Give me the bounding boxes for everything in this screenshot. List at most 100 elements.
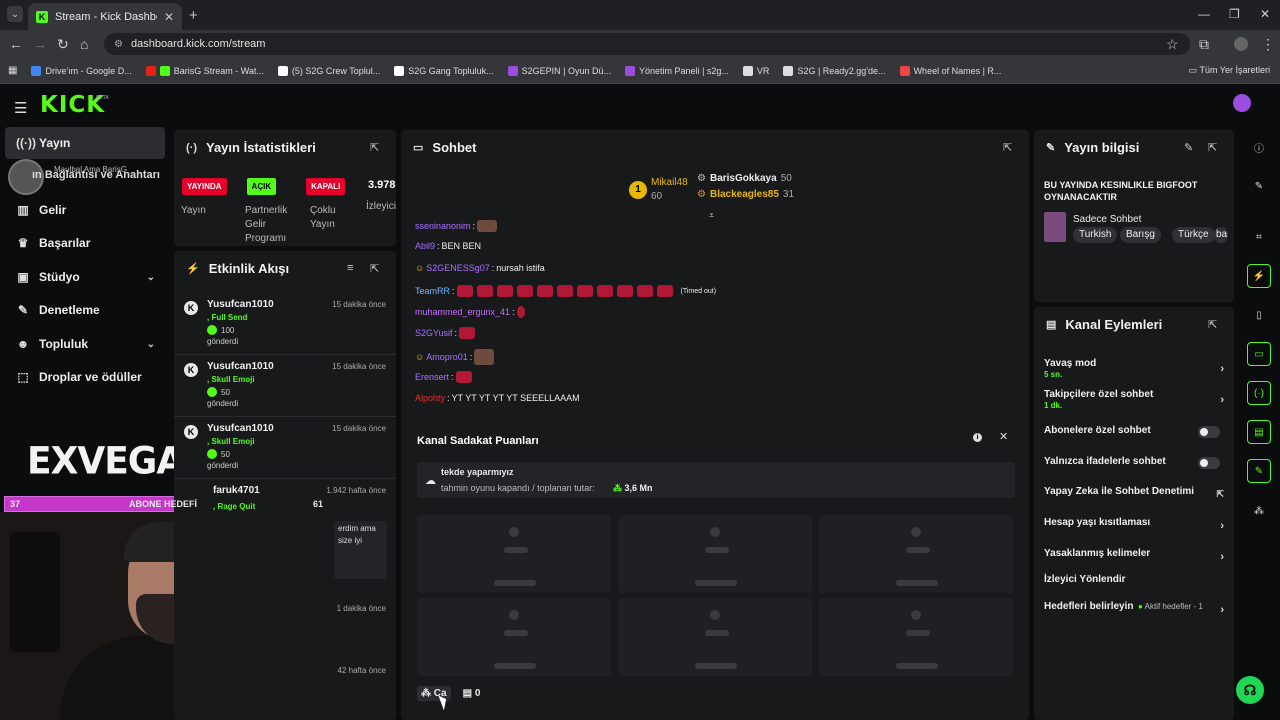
edit-pencil-icon[interactable]: ✎ (1247, 174, 1271, 198)
apps-grid-icon[interactable]: ▦ (8, 65, 17, 76)
chat-username[interactable]: TeamRR (415, 286, 450, 296)
chat-bubble-icon[interactable]: ▭ (1247, 342, 1271, 366)
filter-icon[interactable]: ≡ (347, 262, 353, 274)
browser-tab[interactable]: K Stream - Kick Dashboard ✕ (28, 3, 182, 30)
sidebar-item-studyo[interactable]: ▣ Stüdyo ⌄ (5, 261, 165, 293)
user-avatar[interactable] (1233, 94, 1251, 112)
chat-message: ☺ S2GENESSg07: nursah istifa (415, 263, 545, 273)
goals-row[interactable]: Hedefleri belirleyin ● Aktif hedefler - 1… (1044, 601, 1228, 616)
home-icon[interactable]: ⌂ (80, 36, 88, 52)
activity-message-card: erdim ama size iyi (334, 521, 387, 579)
leader-second[interactable]: ⚙ BarisGokkaya 50 (697, 173, 792, 184)
slow-mode-row[interactable]: Yavaş mod 5 sn. › (1044, 358, 1228, 379)
bookmark-item[interactable]: S2G | Ready2.gg'de... (783, 65, 886, 76)
banned-words-row[interactable]: Yasaklanmış kelimeler › (1044, 548, 1228, 563)
info-icon[interactable]: ⓘ (1247, 135, 1271, 159)
chevron-right-icon: › (1220, 551, 1224, 563)
bookmark-item[interactable]: Wheel of Names | R... (899, 65, 1001, 76)
points-icon[interactable]: ⁂ (1247, 499, 1271, 523)
followers-only-row[interactable]: Takipçilere özel sohbet 1 dk. › (1044, 389, 1228, 410)
new-tab-icon[interactable]: + (189, 7, 198, 24)
help-headset-icon[interactable]: ☊ (1236, 676, 1264, 704)
extensions-icon[interactable]: ⧉ (1199, 36, 1209, 53)
menu-dots-icon[interactable]: ⋮ (1261, 36, 1275, 53)
chat-message: Alpohty: YT YT YT YT YT SEEELLAAAM (415, 393, 580, 403)
document-icon[interactable]: ▯ (1247, 303, 1271, 327)
all-bookmarks[interactable]: ▭ Tüm Yer İşaretleri (1189, 65, 1270, 76)
chat-username[interactable]: sseninanonim (415, 221, 471, 231)
prediction-card[interactable]: ☁ tekde yaparmıyız tahmin oyunu kapandı … (417, 462, 1015, 498)
chat-username[interactable]: Abil9 (415, 241, 435, 251)
activity-user[interactable]: Yusufcan1010 (207, 361, 274, 372)
bookmark-item[interactable]: Drive'ım - Google D... (31, 65, 132, 76)
bookmark-item[interactable]: BarisG Stream - Wat... (145, 65, 264, 76)
tab-close-icon[interactable]: ✕ (164, 10, 174, 24)
bookmark-item[interactable]: Yönetim Paneli | s2g... (625, 65, 729, 76)
back-icon[interactable]: ← (9, 36, 23, 52)
chat-username[interactable]: Amopro01 (426, 352, 468, 362)
active-dot-icon: ● (1138, 602, 1145, 611)
sidebar-item-yayin[interactable]: ((·)) Yayın (5, 127, 165, 159)
bookmark-star-icon[interactable]: ☆ (1166, 36, 1179, 53)
activity-header: ⚡ Etkinlik Akışı (186, 261, 289, 276)
maximize-icon[interactable]: ❐ (1229, 7, 1240, 21)
close-window-icon[interactable]: ✕ (1260, 7, 1270, 21)
chat-username[interactable]: Alpohty (415, 393, 445, 403)
popout-icon[interactable]: ⇱ (1208, 318, 1217, 331)
bookmark-item[interactable]: S2G Gang Topluluk... (394, 65, 494, 76)
category-name[interactable]: Sadece Sohbet (1073, 214, 1141, 225)
leaderboard-toggle-icon[interactable]: ⩡ (709, 210, 714, 221)
activity-user[interactable]: Yusufcan1010 (207, 423, 274, 434)
chat-username[interactable]: S2GENESSg07 (426, 263, 490, 273)
row-label: Hesap yaşı kısıtlaması (1044, 517, 1151, 528)
popout-icon[interactable]: ⇱ (370, 262, 379, 275)
leader-top[interactable]: 1 Mikail48 60 (629, 176, 688, 204)
tag-chip[interactable]: ba (1214, 227, 1228, 243)
lightning-icon[interactable]: ⚡ (1247, 264, 1271, 288)
chat-username[interactable]: Erensert (415, 372, 449, 382)
broadcast-icon[interactable]: (·) (1247, 381, 1271, 405)
focus-frame-icon[interactable]: ⌗ (1247, 225, 1271, 249)
emote-icon (616, 285, 633, 297)
ai-moderation-row[interactable]: Yapay Zeka ile Sohbet Denetimi ⇱ (1044, 486, 1228, 499)
close-icon[interactable]: ✕ (999, 430, 1008, 443)
store-button[interactable]: ▤ 0 (463, 688, 481, 699)
hamburger-menu-icon[interactable]: ☰ (14, 99, 27, 117)
subscribers-only-toggle[interactable] (1198, 426, 1220, 438)
bookmark-item[interactable]: (5) S2G Crew Toplul... (277, 65, 380, 76)
sidebar-item-droplar[interactable]: ⬚ Droplar ve ödüller (5, 361, 165, 393)
tag-chip[interactable]: Barışg (1120, 227, 1161, 243)
reward-skeleton (618, 515, 812, 593)
site-info-icon[interactable]: ⚙ (114, 39, 123, 50)
bookmark-item[interactable]: S2GEPIN | Oyun Dü... (507, 65, 611, 76)
account-age-row[interactable]: Hesap yaşı kısıtlaması › (1044, 517, 1228, 532)
emote-only-toggle[interactable] (1198, 457, 1220, 469)
forward-icon[interactable]: → (33, 36, 47, 52)
sidebar-item-gelir[interactable]: ▥ Gelir (5, 194, 165, 226)
wrench-icon[interactable]: ✎ (1247, 459, 1271, 483)
raid-row[interactable]: İzleyici Yönlendir (1044, 574, 1228, 585)
sidebar-item-basarilar[interactable]: ♛ Başarılar (5, 227, 165, 259)
tag-chip[interactable]: Turkish (1073, 227, 1118, 243)
popout-icon[interactable]: ⇱ (1208, 141, 1217, 154)
tag-chip[interactable]: Türkçe (1172, 227, 1215, 243)
activity-user[interactable]: faruk4701 (213, 485, 260, 496)
bookmark-item[interactable]: VR (742, 65, 769, 76)
chat-username[interactable]: S2GYusif (415, 328, 453, 338)
profile-avatar[interactable] (1234, 37, 1248, 51)
popout-icon[interactable]: ⇱ (1003, 141, 1012, 154)
info-icon[interactable]: i (973, 433, 982, 442)
chat-username[interactable]: muhammed_ergunx_41 (415, 307, 510, 317)
url-field[interactable]: ⚙ dashboard.kick.com/stream (104, 33, 1190, 55)
leader-third[interactable]: ⚙ Blackeagles85 31 (697, 189, 794, 200)
popout-icon[interactable]: ⇱ (370, 141, 379, 154)
actions-icon[interactable]: ▤ (1247, 420, 1271, 444)
reward-skeleton (618, 598, 812, 676)
edit-pencil-icon[interactable]: ✎ (1184, 141, 1193, 154)
minimize-icon[interactable]: — (1198, 7, 1210, 21)
sidebar-item-denetleme[interactable]: ✎ Denetleme (5, 294, 165, 326)
sidebar-item-topluluk[interactable]: ☻ Topluluk ⌄ (5, 328, 165, 360)
reload-icon[interactable]: ↻ (57, 36, 69, 53)
tab-list-button[interactable]: ⌄ (7, 6, 23, 22)
activity-user[interactable]: Yusufcan1010 (207, 299, 274, 310)
